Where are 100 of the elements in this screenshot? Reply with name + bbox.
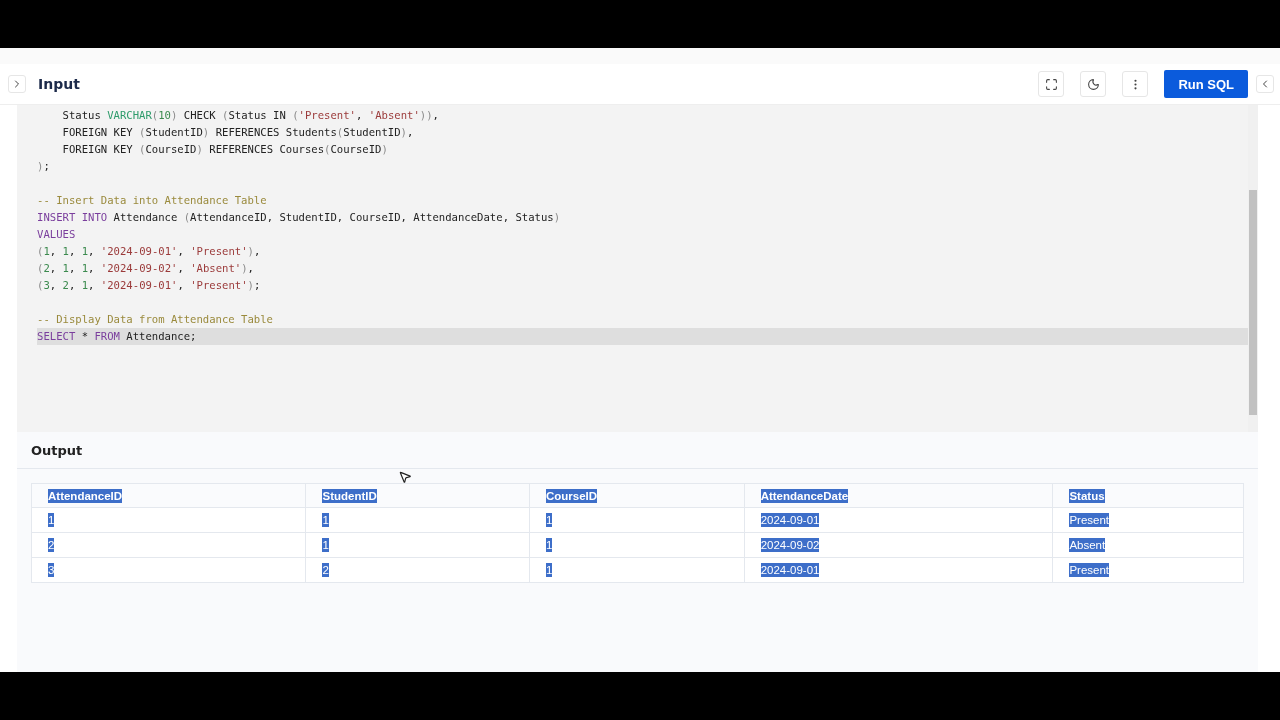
panel-title: Input bbox=[38, 76, 81, 92]
moon-icon bbox=[1086, 77, 1100, 91]
code-token: ( bbox=[37, 279, 44, 291]
code-token: 'Present' bbox=[190, 245, 248, 257]
code-token: , bbox=[68, 262, 77, 274]
code-token: , bbox=[407, 126, 414, 138]
table-cell: Present bbox=[1069, 513, 1110, 527]
code-token: 'Absent' bbox=[368, 109, 420, 121]
code-token: 2 bbox=[62, 279, 69, 291]
code-token: ( bbox=[37, 245, 44, 257]
code-token: , bbox=[247, 262, 254, 274]
table-cell: 2 bbox=[48, 538, 55, 552]
code-token: , bbox=[432, 109, 439, 121]
code-token: CourseID bbox=[330, 143, 382, 155]
code-token: , bbox=[49, 262, 58, 274]
table-cell: 1 bbox=[48, 513, 55, 527]
code-token: , bbox=[88, 245, 96, 257]
code-token: ) bbox=[241, 262, 248, 274]
collapse-panel-button[interactable] bbox=[1256, 75, 1274, 93]
code-token: CHECK bbox=[182, 109, 217, 121]
code-token: 3 bbox=[43, 279, 50, 291]
code-token: 10 bbox=[158, 109, 171, 121]
code-token: '2024-09-01' bbox=[100, 279, 178, 291]
code-token: 'Present' bbox=[298, 109, 356, 121]
column-header: AttendanceID bbox=[48, 488, 123, 503]
run-button[interactable]: Run SQL bbox=[1164, 70, 1248, 98]
code-token: ( bbox=[336, 126, 344, 138]
fullscreen-icon bbox=[1044, 77, 1058, 91]
table-cell: 1 bbox=[545, 538, 553, 552]
code-token: '2024-09-02' bbox=[100, 262, 178, 274]
code-token: , bbox=[177, 262, 185, 274]
column-header: Status bbox=[1069, 488, 1105, 503]
code-token: Status IN bbox=[228, 109, 287, 121]
fullscreen-button[interactable] bbox=[1038, 71, 1065, 97]
code-token: ( bbox=[139, 143, 146, 155]
code-token: , bbox=[88, 279, 96, 291]
expand-panel-button[interactable] bbox=[8, 75, 26, 93]
table-cell: Present bbox=[1069, 563, 1110, 577]
code-token: INSERT INTO bbox=[37, 211, 108, 223]
table-cell: 3 bbox=[48, 563, 55, 577]
code-token: ) bbox=[400, 126, 407, 138]
code-token: StudentID bbox=[343, 126, 401, 138]
code-token: ) bbox=[196, 143, 203, 155]
code-token: ) bbox=[247, 279, 254, 291]
table-cell: 2024-09-01 bbox=[760, 513, 820, 527]
column-header: AttendanceDate bbox=[760, 488, 849, 503]
column-header: StudentID bbox=[322, 488, 377, 503]
code-token: , bbox=[68, 245, 77, 257]
code-token: 2 bbox=[43, 262, 50, 274]
code-token: , bbox=[177, 245, 185, 257]
code-token: ( bbox=[139, 126, 146, 138]
code-token: 1 bbox=[81, 279, 89, 291]
more-button[interactable] bbox=[1122, 71, 1149, 97]
column-header: CourseID bbox=[545, 488, 598, 503]
code-token: 'Present' bbox=[190, 279, 248, 291]
code-token: Attendance; bbox=[125, 330, 197, 342]
code-token: FOREIGN KEY bbox=[61, 126, 134, 138]
code-token: * bbox=[80, 330, 90, 342]
code-token: ( bbox=[37, 262, 44, 274]
code-token: FOREIGN KEY bbox=[61, 143, 134, 155]
code-token: ( bbox=[151, 109, 159, 121]
code-token: REFERENCES Students bbox=[214, 126, 337, 138]
table-cell: 2 bbox=[322, 563, 329, 577]
code-token: , bbox=[356, 109, 364, 121]
code-token: CourseID bbox=[145, 143, 197, 155]
code-token: SELECT bbox=[37, 330, 76, 342]
code-token: ) bbox=[553, 211, 561, 223]
code-editor[interactable] bbox=[17, 105, 1258, 432]
code-token: REFERENCES Courses bbox=[208, 143, 325, 155]
code-token: ) bbox=[202, 126, 210, 138]
code-token: 1 bbox=[81, 245, 89, 257]
code-token: 1 bbox=[43, 245, 50, 257]
dark-mode-button[interactable] bbox=[1080, 71, 1107, 97]
code-token: , bbox=[68, 279, 77, 291]
table-cell: 1 bbox=[322, 538, 329, 552]
code-token: '2024-09-01' bbox=[100, 245, 178, 257]
code-token: ) bbox=[171, 109, 178, 121]
code-token: )) bbox=[419, 109, 433, 121]
code-token: 1 bbox=[81, 262, 89, 274]
code-token: ; bbox=[43, 160, 50, 172]
code-token: , bbox=[49, 245, 58, 257]
code-token: ( bbox=[222, 109, 229, 121]
code-token: -- Insert Data into Attendance Table bbox=[37, 194, 267, 206]
code-token: ( bbox=[183, 211, 191, 223]
code-token: StudentID bbox=[145, 126, 203, 138]
code-token: AttendanceID, StudentID, CourseID, AttendanceDate, Status bbox=[190, 211, 554, 223]
table-cell: 1 bbox=[322, 513, 329, 527]
output-title: Output bbox=[31, 442, 83, 458]
code-token: ( bbox=[324, 143, 331, 155]
code-token: VALUES bbox=[37, 228, 76, 240]
code-token: 'Absent' bbox=[190, 262, 242, 274]
code-token: , bbox=[177, 279, 185, 291]
code-token: , bbox=[88, 262, 96, 274]
code-token: FROM bbox=[94, 330, 120, 342]
table-cell: 2024-09-02 bbox=[760, 538, 820, 552]
code-token: Status bbox=[61, 109, 102, 121]
code-token: , bbox=[49, 279, 58, 291]
code-token: Attendance bbox=[112, 211, 179, 223]
table-cell: 1 bbox=[545, 513, 553, 527]
code-token: 1 bbox=[62, 262, 69, 274]
